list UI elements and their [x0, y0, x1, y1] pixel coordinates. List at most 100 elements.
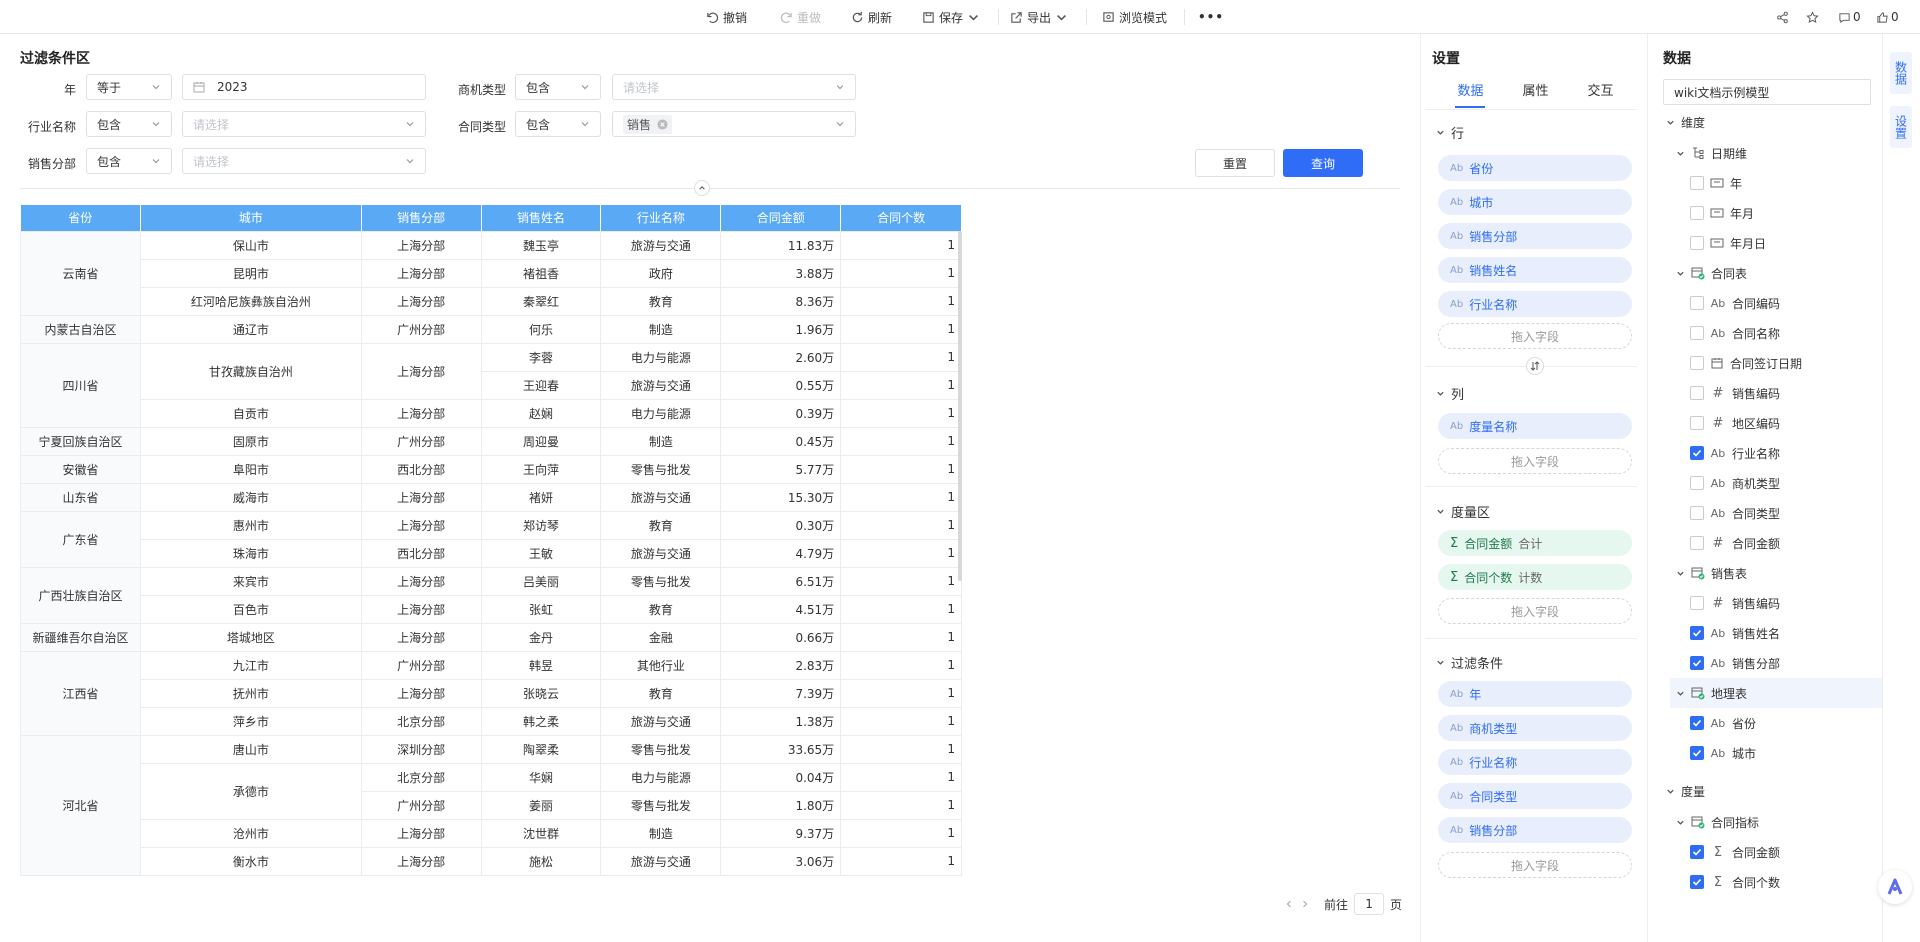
more-button[interactable]: •••	[1198, 0, 1224, 34]
cell-amount[interactable]: 7.39万	[720, 678, 842, 708]
field-checkbox[interactable]	[1690, 386, 1704, 400]
filters-section-header[interactable]: 过滤条件	[1436, 653, 1503, 672]
field-item[interactable]: Σ 合同个数	[1690, 872, 1780, 892]
filter-pill[interactable]: Ab 行业名称	[1438, 749, 1632, 775]
cell-count[interactable]: 1	[840, 650, 962, 680]
opp-type-value-select[interactable]: 请选择	[612, 74, 856, 100]
header-dept[interactable]: 销售分部	[361, 205, 482, 231]
tab-interaction[interactable]: 交互	[1568, 80, 1633, 108]
undo-button[interactable]: 撤销	[706, 0, 747, 34]
field-checkbox[interactable]	[1690, 236, 1704, 250]
redo-button[interactable]: 重做	[780, 0, 821, 34]
metric-group-node[interactable]: 合同指标	[1676, 812, 1759, 832]
cell-salesperson[interactable]: 张虹	[480, 594, 602, 624]
cell-city[interactable]: 珠海市	[139, 538, 362, 568]
cell-salesperson[interactable]: 韩昱	[480, 650, 602, 680]
cell-province[interactable]: 河北省	[20, 734, 141, 876]
cell-city[interactable]: 昆明市	[139, 258, 362, 288]
cell-industry[interactable]: 制造	[600, 314, 722, 344]
field-checkbox[interactable]	[1690, 746, 1704, 760]
field-checkbox[interactable]	[1690, 476, 1704, 490]
cell-city[interactable]: 塔城地区	[139, 622, 362, 652]
cell-dept[interactable]: 上海分部	[360, 342, 482, 400]
tab-data[interactable]: 数据	[1438, 80, 1503, 108]
cell-salesperson[interactable]: 施松	[480, 846, 602, 876]
header-province[interactable]: 省份	[20, 205, 141, 231]
like-button[interactable]: 0	[1876, 0, 1899, 34]
cell-salesperson[interactable]: 魏玉亭	[480, 230, 602, 260]
field-checkbox[interactable]	[1690, 596, 1704, 610]
cell-industry[interactable]: 零售与批发	[600, 790, 722, 820]
contract-type-operator-select[interactable]: 包含	[515, 111, 601, 137]
cell-dept[interactable]: 上海分部	[360, 678, 482, 708]
cell-city[interactable]: 通辽市	[139, 314, 362, 344]
contract-table-node[interactable]: 合同表	[1676, 263, 1747, 283]
row-pill[interactable]: Ab 省份	[1438, 155, 1632, 181]
cell-amount[interactable]: 8.36万	[720, 286, 842, 316]
cell-industry[interactable]: 金融	[600, 622, 722, 652]
industry-value-select[interactable]: 请选择	[182, 111, 426, 137]
cell-amount[interactable]: 6.51万	[720, 566, 842, 596]
cell-count[interactable]: 1	[840, 230, 962, 260]
cell-dept[interactable]: 深圳分部	[360, 734, 482, 764]
cell-salesperson[interactable]: 华娴	[480, 762, 602, 792]
cell-city[interactable]: 自贡市	[139, 398, 362, 428]
cell-salesperson[interactable]: 周迎曼	[480, 426, 602, 456]
cell-salesperson[interactable]: 王向萍	[480, 454, 602, 484]
dept-value-select[interactable]: 请选择	[182, 148, 426, 174]
cell-dept[interactable]: 广州分部	[360, 314, 482, 344]
row-pill[interactable]: Ab 销售分部	[1438, 223, 1632, 249]
side-tab-settings[interactable]: 设置	[1890, 106, 1912, 148]
measure-group[interactable]: 度量	[1666, 781, 1705, 801]
cell-city[interactable]: 九江市	[139, 650, 362, 680]
field-checkbox[interactable]	[1690, 716, 1704, 730]
page-input[interactable]: 1	[1354, 893, 1385, 915]
row-pill[interactable]: Ab 行业名称	[1438, 291, 1632, 317]
cell-count[interactable]: 1	[840, 342, 962, 372]
field-item[interactable]: 年	[1690, 173, 1742, 193]
tag-close-icon[interactable]	[657, 118, 668, 130]
measure-pill[interactable]: Σ 合同金额 合计	[1438, 530, 1632, 556]
header-city[interactable]: 城市	[140, 205, 362, 231]
field-item[interactable]: Ab 城市	[1690, 743, 1756, 763]
cell-industry[interactable]: 旅游与交通	[600, 538, 722, 568]
next-page-icon[interactable]	[1300, 899, 1310, 909]
cell-amount[interactable]: 2.83万	[720, 650, 842, 680]
field-item[interactable]: Ab 行业名称	[1690, 443, 1780, 463]
field-checkbox[interactable]	[1690, 845, 1704, 859]
cell-province[interactable]: 新疆维吾尔自治区	[20, 622, 141, 652]
cell-industry[interactable]: 其他行业	[600, 650, 722, 680]
field-item[interactable]: # 销售编码	[1690, 383, 1780, 403]
measures-drop-zone[interactable]: 拖入字段	[1438, 598, 1632, 624]
cell-count[interactable]: 1	[840, 426, 962, 456]
cell-dept[interactable]: 上海分部	[360, 622, 482, 652]
cell-city[interactable]: 沧州市	[139, 818, 362, 848]
date-dimension[interactable]: 日期维	[1676, 143, 1747, 163]
cell-city[interactable]: 惠州市	[139, 510, 362, 540]
cell-industry[interactable]: 教育	[600, 678, 722, 708]
cell-city[interactable]: 抚州市	[139, 678, 362, 708]
side-tab-data[interactable]: 数据	[1890, 52, 1912, 94]
tab-properties[interactable]: 属性	[1503, 80, 1568, 108]
model-select[interactable]: wiki文档示例模型	[1663, 79, 1871, 105]
field-checkbox[interactable]	[1690, 446, 1704, 460]
cell-industry[interactable]: 旅游与交通	[600, 706, 722, 736]
field-checkbox[interactable]	[1690, 326, 1704, 340]
cell-dept[interactable]: 上海分部	[360, 398, 482, 428]
sales-table-node[interactable]: 销售表	[1676, 563, 1747, 583]
cell-amount[interactable]: 4.51万	[720, 594, 842, 624]
cell-city[interactable]: 甘孜藏族自治州	[139, 342, 362, 400]
cell-salesperson[interactable]: 沈世群	[480, 818, 602, 848]
cell-salesperson[interactable]: 赵娴	[480, 398, 602, 428]
filters-drop-zone[interactable]: 拖入字段	[1438, 852, 1632, 878]
cell-amount[interactable]: 11.83万	[720, 230, 842, 260]
columns-drop-zone[interactable]: 拖入字段	[1438, 448, 1632, 474]
cell-industry[interactable]: 电力与能源	[600, 398, 722, 428]
cell-amount[interactable]: 1.80万	[720, 790, 842, 820]
reset-button[interactable]: 重置	[1195, 149, 1275, 177]
cell-dept[interactable]: 西北分部	[360, 538, 482, 568]
field-item[interactable]: # 合同金额	[1690, 533, 1780, 553]
header-amount[interactable]: 合同金额	[720, 205, 842, 231]
rows-drop-zone[interactable]: 拖入字段	[1438, 323, 1632, 349]
cell-dept[interactable]: 上海分部	[360, 482, 482, 512]
